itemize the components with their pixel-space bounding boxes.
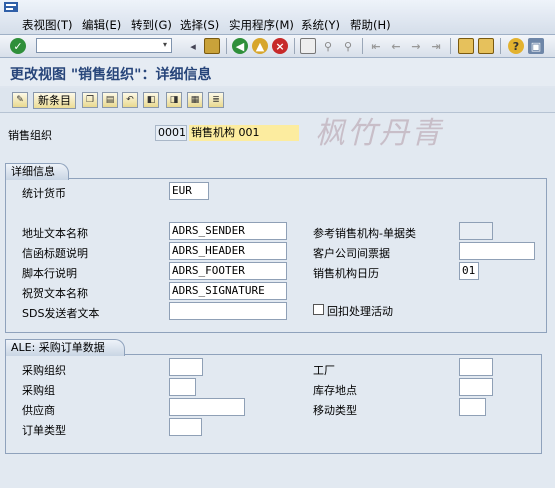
dropdown-icon[interactable]: ▾ — [163, 40, 171, 51]
letter-header-label: 信函标题说明 — [22, 247, 88, 260]
toolbar-separator — [450, 38, 451, 54]
address-text-field[interactable]: ADRS_SENDER — [169, 222, 287, 240]
find-icon[interactable]: ⚲ — [320, 38, 336, 54]
window-menu-icon[interactable] — [4, 2, 18, 12]
toolbar-separator — [500, 38, 501, 54]
ale-group-title: ALE: 采购订单数据 — [5, 339, 125, 356]
page-title: 更改视图 "销售组织"：详细信息 — [10, 67, 212, 83]
next-entry-icon[interactable]: ◨ — [166, 92, 182, 108]
order-type-field[interactable] — [169, 418, 202, 436]
sales-org-value: 0001 — [155, 125, 187, 141]
customer-ic-billing-field[interactable] — [459, 242, 535, 260]
last-page-icon[interactable]: ⇥ — [428, 38, 444, 54]
purch-org-label: 采购组织 — [22, 364, 66, 377]
toolbar-separator — [362, 38, 363, 54]
ref-sales-org-field[interactable] — [459, 222, 493, 240]
toolbar-separator — [294, 38, 295, 54]
storage-location-field[interactable] — [459, 378, 493, 396]
calendar-label: 销售机构日历 — [313, 267, 379, 280]
next-page-icon[interactable]: → — [408, 38, 424, 54]
sds-sender-field[interactable] — [169, 302, 287, 320]
undo-change-icon[interactable]: ↶ — [122, 92, 138, 108]
footer-label: 脚本行说明 — [22, 267, 77, 280]
select-all-icon[interactable]: ≣ — [208, 92, 224, 108]
delete-icon[interactable]: ▤ — [102, 92, 118, 108]
rebate-processing-label: 回扣处理活动 — [327, 305, 393, 318]
copy-as-icon[interactable]: ❐ — [82, 92, 98, 108]
find-next-icon[interactable]: ⚲ — [340, 38, 356, 54]
menu-system[interactable]: 系统(Y) — [301, 17, 340, 33]
purch-group-label: 采购组 — [22, 384, 55, 397]
toolbar-separator — [226, 38, 227, 54]
footer-field[interactable]: ADRS_FOOTER — [169, 262, 287, 280]
ref-sales-org-label: 参考销售机构-单据类 — [313, 227, 416, 240]
purch-group-field[interactable] — [169, 378, 196, 396]
customer-ic-billing-label: 客户公司间票据 — [313, 247, 390, 260]
first-page-icon[interactable]: ⇤ — [368, 38, 384, 54]
create-session-icon[interactable] — [458, 38, 474, 54]
sds-sender-label: SDS发送者文本 — [22, 307, 100, 320]
purch-org-field[interactable] — [169, 358, 203, 376]
back-icon[interactable]: ◀ — [232, 38, 248, 54]
back-arrow-icon[interactable]: ◂ — [185, 38, 201, 54]
menu-goto[interactable]: 转到(G) — [131, 17, 172, 33]
save-icon[interactable] — [204, 38, 220, 54]
menu-help[interactable]: 帮助(H) — [350, 17, 391, 33]
greeting-label: 祝贺文本名称 — [22, 287, 88, 300]
variable-list-icon[interactable]: ▦ — [187, 92, 203, 108]
order-type-label: 订单类型 — [22, 424, 66, 437]
help-icon[interactable]: ? — [508, 38, 524, 54]
details-group-title: 详细信息 — [5, 163, 69, 180]
new-entries-button[interactable]: 新条目 — [33, 92, 76, 109]
customize-icon[interactable]: ▣ — [528, 38, 544, 54]
check-icon[interactable]: ✓ — [10, 38, 26, 54]
shortcut-icon[interactable] — [478, 38, 494, 54]
vendor-field[interactable] — [169, 398, 245, 416]
previous-entry-icon[interactable]: ◧ — [143, 92, 159, 108]
address-text-label: 地址文本名称 — [22, 227, 88, 240]
menu-edit[interactable]: 编辑(E) — [82, 17, 121, 33]
print-icon[interactable] — [300, 38, 316, 54]
storage-location-label: 库存地点 — [313, 384, 357, 397]
stat-currency-label: 统计货币 — [22, 187, 66, 200]
command-field[interactable] — [36, 38, 172, 53]
cancel-icon[interactable]: × — [272, 38, 288, 54]
movement-type-label: 移动类型 — [313, 404, 357, 417]
menu-utilities[interactable]: 实用程序(M) — [229, 17, 294, 33]
watermark-logo: 枫竹丹青 — [315, 116, 443, 151]
movement-type-field[interactable] — [459, 398, 486, 416]
exit-icon[interactable]: ▲ — [252, 38, 268, 54]
letter-header-field[interactable]: ADRS_HEADER — [169, 242, 287, 260]
plant-field[interactable] — [459, 358, 493, 376]
menu-table-view[interactable]: 表视图(T) — [22, 17, 73, 33]
stat-currency-field[interactable]: EUR — [169, 182, 209, 200]
greeting-field[interactable]: ADRS_SIGNATURE — [169, 282, 287, 300]
vendor-label: 供应商 — [22, 404, 55, 417]
calendar-field[interactable]: 01 — [459, 262, 479, 280]
sales-org-label: 销售组织 — [8, 129, 52, 142]
previous-page-icon[interactable]: ← — [388, 38, 404, 54]
menu-selection[interactable]: 选择(S) — [180, 17, 219, 33]
plant-label: 工厂 — [313, 364, 335, 377]
rebate-processing-checkbox[interactable] — [313, 304, 324, 315]
display-change-icon[interactable]: ✎ — [12, 92, 28, 108]
sales-org-description: 销售机构 001 — [189, 125, 299, 141]
